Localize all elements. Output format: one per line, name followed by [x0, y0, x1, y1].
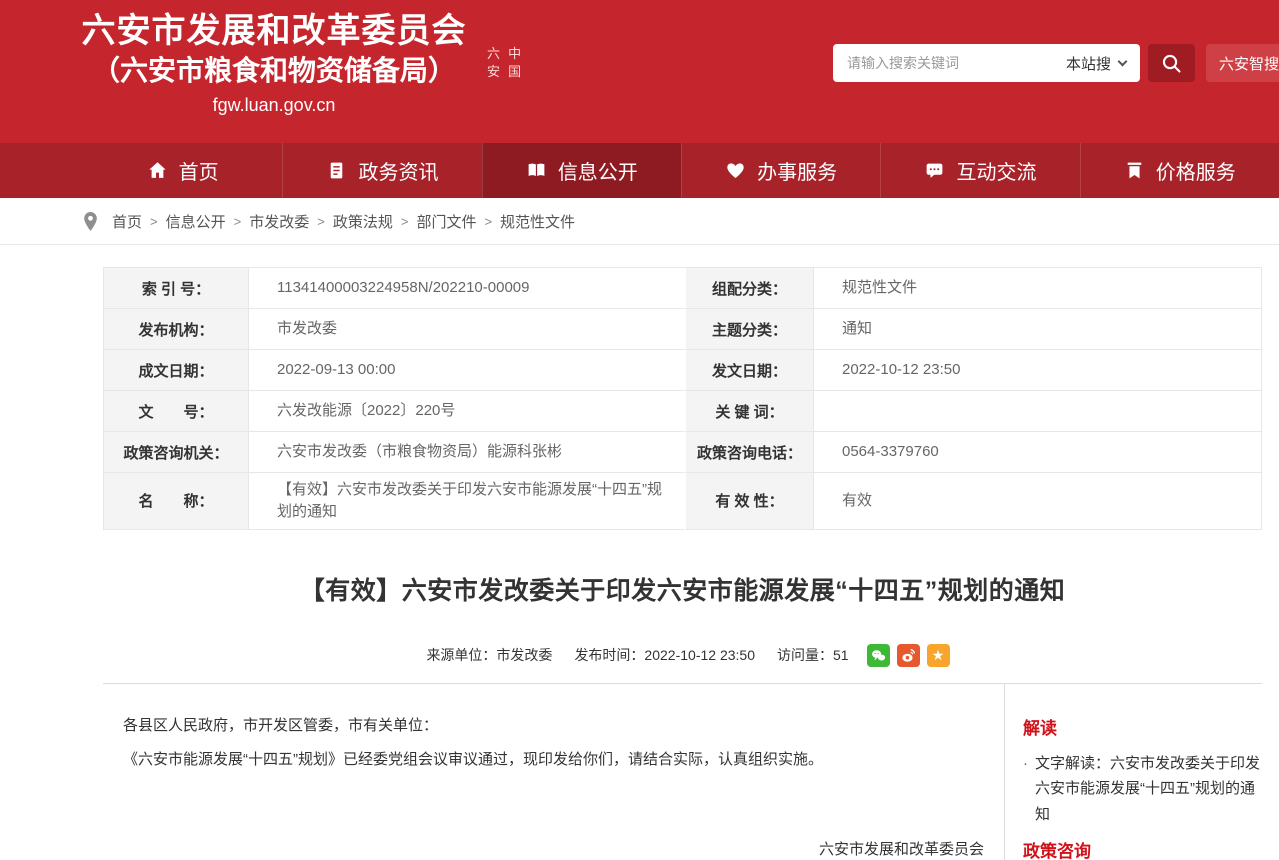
location-pin-icon	[83, 211, 98, 232]
meta-value-doc-name: 【有效】六安市发改委关于印发六安市能源发展“十四五”规划的通知	[249, 473, 684, 530]
breadcrumb-normative-docs[interactable]: 规范性文件	[500, 211, 575, 232]
article-signature: 六安市发展和改革委员会	[123, 838, 984, 859]
share-wechat-button[interactable]	[867, 644, 890, 667]
article-meta-line: 来源单位：市发改委 发布时间：2022-10-12 23:50 访问量：51 ★	[103, 644, 1262, 667]
heart-icon	[725, 160, 746, 181]
search-box: 本站搜	[833, 44, 1140, 82]
article-source: 来源单位：市发改委	[426, 645, 552, 665]
nav-item-gov-news[interactable]: 政务资讯	[282, 143, 481, 198]
meta-value-written-date: 2022-09-13 00:00	[249, 350, 684, 391]
meta-value-consult-org: 六安市发改委（市粮食物资局）能源科张彬	[249, 432, 684, 473]
meta-value-doc-number: 六发改能源〔2022〕220号	[249, 391, 684, 432]
meta-value-consult-phone: 0564-3379760	[814, 432, 1261, 473]
article-paragraph: 《六安市能源发展“十四五”规划》已经委党组会议审议通过，现印发给你们，请结合实际…	[123, 748, 984, 772]
weibo-icon	[900, 647, 917, 664]
policy-consult-title: 政策咨询	[1023, 837, 1262, 860]
meta-label: 有 效 性：	[684, 473, 814, 530]
smart-search-button[interactable]: 六安智搜	[1206, 44, 1279, 82]
bullet-icon: ·	[1023, 751, 1028, 777]
interpretation-link[interactable]: · 文字解读：六安市发改委关于印发六安市能源发展“十四五”规划的通知	[1023, 751, 1262, 828]
search-button[interactable]	[1148, 44, 1195, 82]
page-content: 索 引 号： 11341400003224958N/202210-00009 组…	[0, 267, 1279, 860]
favorite-star-button[interactable]: ★	[927, 644, 950, 667]
meta-value-category: 规范性文件	[814, 268, 1261, 309]
breadcrumb-fgw[interactable]: 市发改委	[249, 211, 309, 232]
main-nav: 首页 政务资讯 信息公开 办事服务 互动交流 价格服务	[0, 143, 1279, 198]
site-brand: 六安市发展和改革委员会 （六安市粮食和物资储备局） fgw.luan.gov.c…	[78, 10, 470, 116]
article-body: 各县区人民政府，市开发区管委，市有关单位： 《六安市能源发展“十四五”规划》已经…	[103, 684, 1004, 860]
breadcrumb: 首页 > 信息公开 > 市发改委 > 政策法规 > 部门文件 > 规范性文件	[0, 198, 1279, 245]
meta-label: 发布机构：	[104, 309, 249, 350]
meta-label: 发文日期：	[684, 350, 814, 391]
meta-label: 主题分类：	[684, 309, 814, 350]
wechat-icon	[870, 647, 887, 664]
site-url: fgw.luan.gov.cn	[78, 95, 470, 116]
breadcrumb-dept-docs[interactable]: 部门文件	[416, 211, 476, 232]
nav-item-interaction[interactable]: 互动交流	[880, 143, 1079, 198]
meta-value-topic: 通知	[814, 309, 1261, 350]
related-sidebar: 解读 · 文字解读：六安市发改委关于印发六安市能源发展“十四五”规划的通知 政策…	[1004, 684, 1262, 860]
breadcrumb-home[interactable]: 首页	[112, 211, 142, 232]
site-header: 六安市发展和改革委员会 （六安市粮食和物资储备局） fgw.luan.gov.c…	[0, 0, 1279, 143]
meta-label: 政策咨询电话：	[684, 432, 814, 473]
meta-label: 文 号：	[104, 391, 249, 432]
luan-seal-logo: 六 中 安 国	[487, 46, 523, 82]
nav-item-home[interactable]: 首页	[83, 143, 282, 198]
article-view-count: 访问量：51	[777, 645, 849, 665]
favorite-star-icon: ★	[932, 647, 945, 664]
home-icon	[147, 160, 168, 181]
meta-value-index-number: 11341400003224958N/202210-00009	[249, 268, 684, 309]
document-meta-table: 索 引 号： 11341400003224958N/202210-00009 组…	[103, 267, 1262, 530]
meta-label: 索 引 号：	[104, 268, 249, 309]
share-weibo-button[interactable]	[897, 644, 920, 667]
site-title: 六安市发展和改革委员会	[78, 10, 470, 53]
policy-consult-section: 政策咨询 如果您对该政策文件有疑问，可以	[1023, 837, 1262, 860]
meta-value-keywords	[814, 391, 1261, 432]
breadcrumb-info-disclosure[interactable]: 信息公开	[166, 211, 226, 232]
meta-value-validity: 有效	[814, 473, 1261, 530]
meta-value-publish-date: 2022-10-12 23:50	[814, 350, 1261, 391]
site-subtitle: （六安市粮食和物资储备局）	[78, 53, 470, 89]
document-icon	[326, 160, 347, 181]
nav-item-services[interactable]: 办事服务	[681, 143, 880, 198]
article-title: 【有效】六安市发改委关于印发六安市能源发展“十四五”规划的通知	[103, 571, 1262, 607]
meta-label: 名 称：	[104, 473, 249, 530]
meta-label: 政策咨询机关：	[104, 432, 249, 473]
search-scope-label: 本站搜	[1066, 53, 1111, 74]
chat-icon	[924, 160, 945, 181]
article-publish-time: 发布时间：2022-10-12 23:50	[574, 645, 755, 665]
meta-label: 组配分类：	[684, 268, 814, 309]
search-scope-dropdown[interactable]: 本站搜	[1066, 53, 1140, 74]
bookmark-icon	[1124, 160, 1145, 181]
search-input[interactable]	[833, 55, 1066, 71]
interpretation-title: 解读	[1023, 714, 1262, 739]
meta-label: 成文日期：	[104, 350, 249, 391]
breadcrumb-policies[interactable]: 政策法规	[333, 211, 393, 232]
nav-item-info-disclosure[interactable]: 信息公开	[482, 143, 681, 198]
open-book-icon	[526, 160, 547, 181]
chevron-down-icon	[1118, 56, 1128, 66]
meta-label: 关 键 词：	[684, 391, 814, 432]
interpretation-section: 解读 · 文字解读：六安市发改委关于印发六安市能源发展“十四五”规划的通知	[1023, 714, 1262, 828]
meta-value-publisher: 市发改委	[249, 309, 684, 350]
nav-item-price-services[interactable]: 价格服务	[1080, 143, 1279, 198]
search-icon	[1161, 53, 1182, 74]
content-row: 各县区人民政府，市开发区管委，市有关单位： 《六安市能源发展“十四五”规划》已经…	[103, 684, 1262, 860]
article-paragraph: 各县区人民政府，市开发区管委，市有关单位：	[123, 714, 984, 738]
